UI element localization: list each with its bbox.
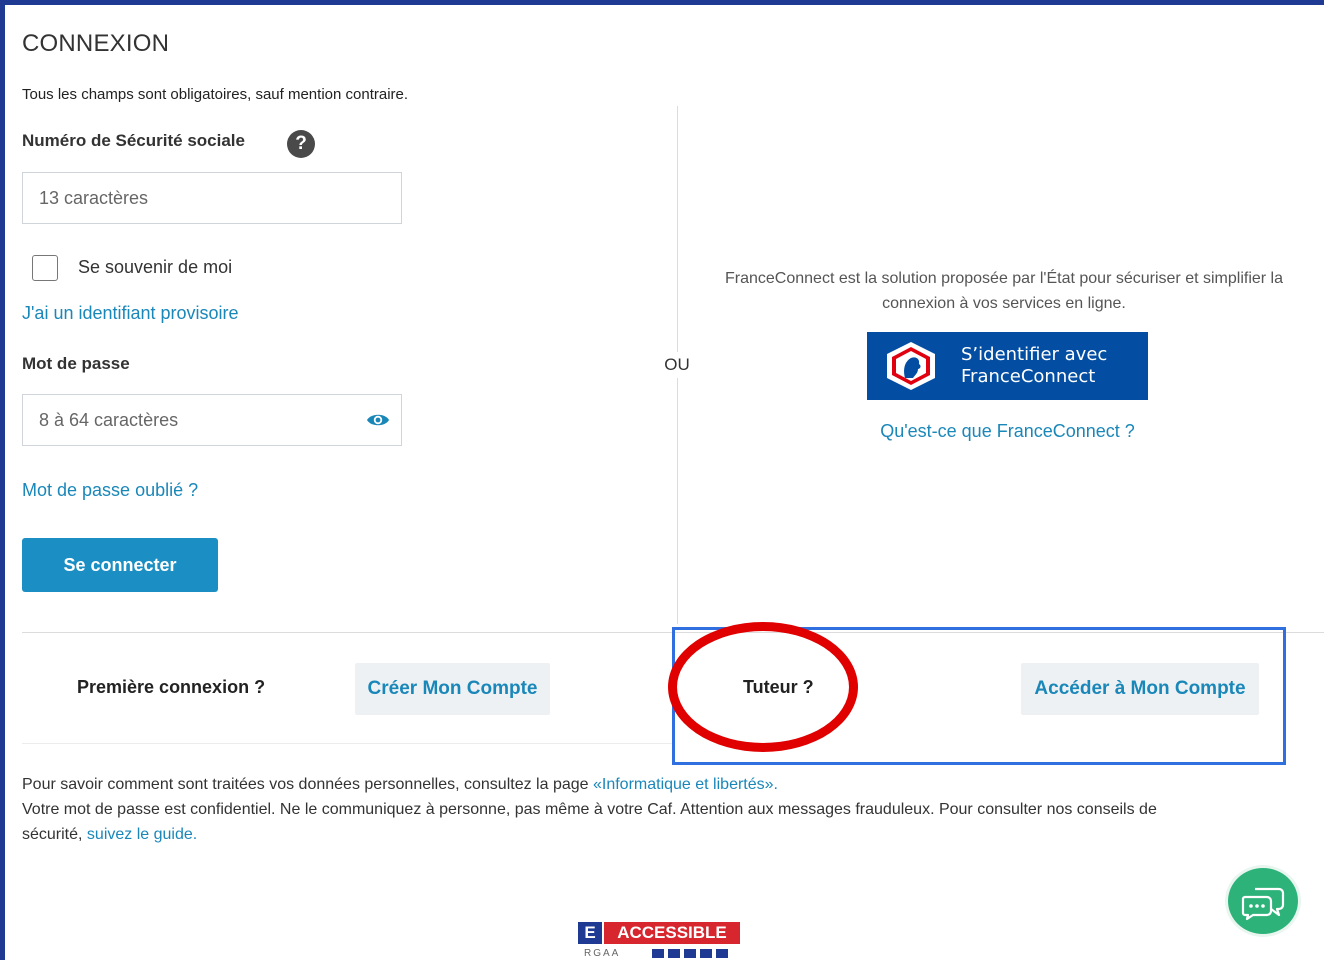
create-account-button[interactable]: Créer Mon Compte (355, 663, 550, 715)
franceconnect-button[interactable]: S’identifier avec FranceConnect (867, 332, 1148, 400)
security-text-line2: sécurité, suivez le guide. (22, 822, 1312, 847)
security-notice: Votre mot de passe est confidentiel. Ne … (22, 797, 1312, 847)
nss-label: Numéro de Sécurité sociale (22, 131, 245, 150)
security-text-prefix: sécurité, (22, 826, 87, 843)
forgot-password-link[interactable]: Mot de passe oublié ? (22, 480, 198, 501)
security-guide-link[interactable]: suivez le guide. (87, 826, 197, 843)
remember-me-label: Se souvenir de moi (78, 257, 233, 277)
franceconnect-description: FranceConnect est la solution proposée p… (684, 266, 1324, 316)
franceconnect-button-line2: FranceConnect (961, 366, 1096, 387)
or-separator: OU (660, 352, 694, 378)
highlight-circle (668, 622, 858, 752)
what-is-franceconnect-link[interactable]: Qu'est-ce que FranceConnect ? (867, 421, 1148, 442)
franceconnect-description-line2: connexion à vos services en ligne. (882, 295, 1126, 312)
chat-button[interactable] (1225, 865, 1301, 937)
help-icon[interactable]: ? (287, 130, 315, 158)
window-frame-left (0, 0, 5, 960)
accessibility-badge: E ACCESSIBLE RGAA (578, 922, 740, 960)
eye-icon[interactable] (366, 410, 390, 430)
accessibility-badge-letter: E (578, 922, 602, 944)
rating-square (700, 949, 712, 958)
window-frame-top (0, 0, 1324, 5)
page-title: CONNEXION (22, 30, 170, 57)
rating-square (716, 949, 728, 958)
remember-me-checkbox[interactable] (32, 255, 58, 281)
privacy-link[interactable]: «Informatique et libertés». (593, 776, 778, 793)
accessibility-badge-rgaa: RGAA (584, 948, 621, 959)
first-login-question: Première connexion ? (77, 677, 266, 697)
franceconnect-description-line1: FranceConnect est la solution proposée p… (725, 270, 1283, 287)
security-text: Votre mot de passe est confidentiel. Ne … (22, 801, 1157, 818)
accessibility-badge-word: ACCESSIBLE (604, 922, 740, 944)
bottom-row-divider (22, 743, 672, 744)
rating-square (668, 949, 680, 958)
rating-square (684, 949, 696, 958)
chat-bubbles-icon (1241, 887, 1285, 921)
password-input[interactable] (22, 394, 402, 446)
franceconnect-button-line1: S’identifier avec (961, 344, 1108, 365)
temporary-id-link[interactable]: J'ai un identifiant provisoire (22, 303, 239, 324)
franceconnect-button-text: S’identifier avec FranceConnect (961, 344, 1107, 388)
privacy-text: Pour savoir comment sont traitées vos do… (22, 776, 593, 793)
required-fields-note: Tous les champs sont obligatoires, sauf … (22, 86, 409, 103)
privacy-notice: Pour savoir comment sont traitées vos do… (22, 772, 778, 797)
franceconnect-logo-icon (887, 342, 935, 390)
nss-input[interactable] (22, 172, 402, 224)
rating-square (652, 949, 664, 958)
password-label: Mot de passe (22, 354, 130, 373)
login-button[interactable]: Se connecter (22, 538, 218, 592)
